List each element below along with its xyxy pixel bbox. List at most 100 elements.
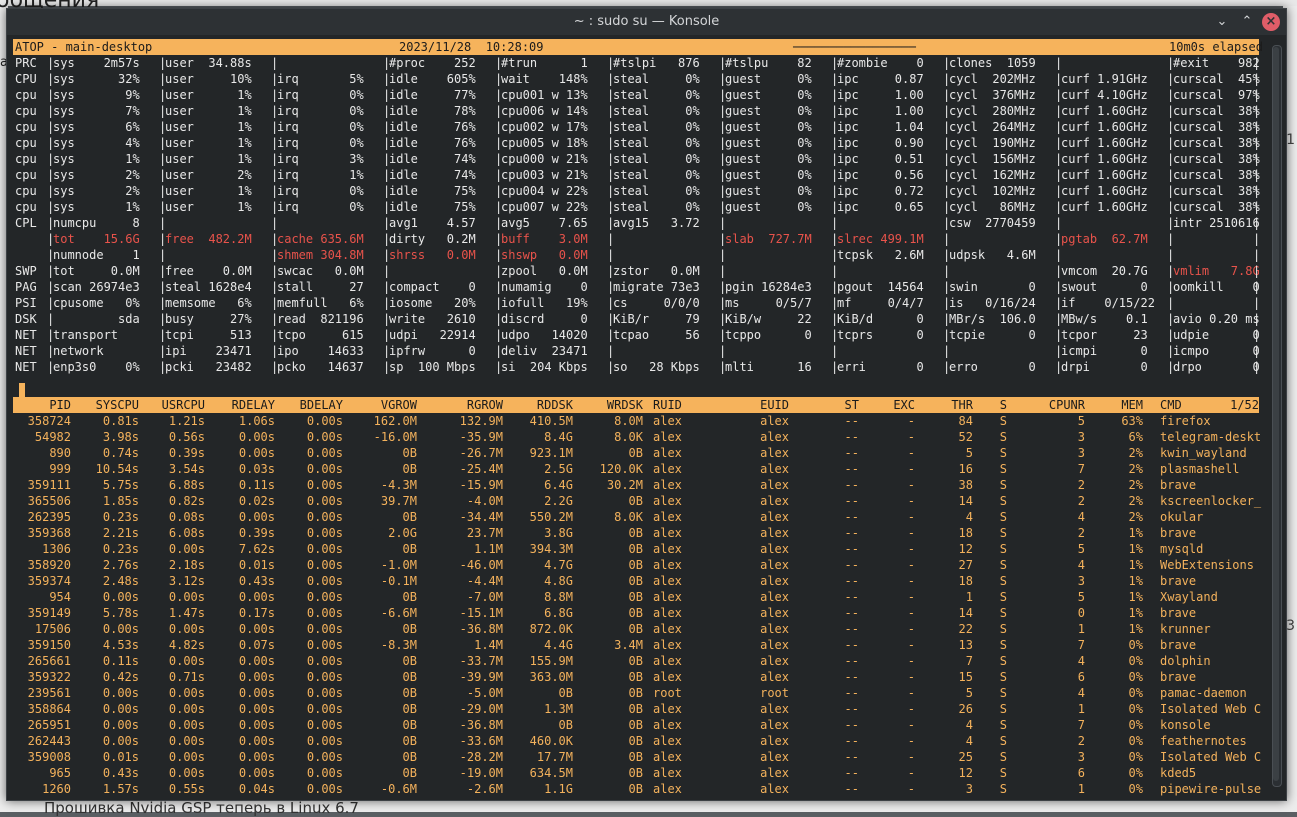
- cell-s: S: [999, 414, 1007, 428]
- cell-ruid: alex: [653, 430, 682, 444]
- column-header-cpunr: CPUNR: [1048, 398, 1085, 412]
- sys-field: #zombie 0: [837, 56, 931, 70]
- sys-field: mf 0/4/7: [837, 296, 931, 310]
- sys-field: ipc 0.90: [837, 136, 931, 150]
- cell-rgrow: -39.9M: [459, 670, 503, 684]
- cell-rgrow: -4.4M: [466, 574, 503, 588]
- cell-rgrow: -25.4M: [459, 462, 503, 476]
- cell-syscpu: 0.11s: [102, 654, 139, 668]
- field-separator: |: [1253, 232, 1261, 246]
- column-header-st: ST: [844, 398, 859, 412]
- scrollbar-thumb[interactable]: [1273, 47, 1279, 781]
- cell-rddsk: 6.4G: [544, 478, 573, 492]
- sys-field: steal 0%: [613, 184, 707, 198]
- sys-field: cpu005 w 18%: [501, 136, 595, 150]
- column-header-rddsk: RDDSK: [536, 398, 573, 412]
- cell-cmd: brave: [1160, 574, 1197, 588]
- cell-rdelay: 0.00s: [238, 734, 275, 748]
- cell-cpunr: 2: [1077, 526, 1085, 540]
- cell-wrdsk: 0B: [628, 622, 643, 636]
- cell-bdelay: 0.00s: [306, 494, 343, 508]
- cell-bdelay: 0.00s: [306, 526, 343, 540]
- sys-field: ipc 1.04: [837, 120, 931, 134]
- sys-field: steal 0%: [613, 120, 707, 134]
- column-header-rgrow: RGROW: [466, 398, 503, 412]
- column-header-thr: THR: [951, 398, 973, 412]
- cell-cpunr: 5: [1077, 590, 1085, 604]
- cell-pid: 999: [49, 462, 71, 476]
- close-icon[interactable]: ×: [1262, 13, 1280, 31]
- header-datetime: 2023/11/28 10:28:09: [399, 40, 544, 54]
- cell-rdelay: 0.02s: [238, 494, 275, 508]
- cell-vgrow: 162.0M: [373, 414, 417, 428]
- sys-field: user 1%: [165, 136, 259, 150]
- cell-st: --: [844, 702, 859, 716]
- cell-s: S: [999, 686, 1007, 700]
- sys-field: [1173, 231, 1263, 247]
- minimize-chevron-down-icon[interactable]: ⌄: [1213, 13, 1231, 31]
- sys-field: irq 0%: [277, 120, 371, 134]
- cell-euid: alex: [760, 574, 789, 588]
- cell-wrdsk: 3.4M: [614, 638, 643, 652]
- cell-mem: 2%: [1128, 446, 1143, 460]
- cell-cmd: dolphin: [1160, 654, 1211, 668]
- sys-field: pgout 14564: [837, 280, 931, 294]
- cell-syscpu: 0.00s: [102, 718, 139, 732]
- cell-rddsk: 17.7M: [536, 750, 573, 764]
- cell-euid: alex: [760, 782, 789, 796]
- cell-st: --: [844, 590, 859, 604]
- sys-field: migrate 73e3: [613, 280, 707, 294]
- cell-st: --: [844, 430, 859, 444]
- column-header-bdelay: BDELAY: [299, 398, 343, 412]
- cell-mem: 1%: [1128, 574, 1143, 588]
- cell-s: S: [999, 590, 1007, 604]
- cell-rgrow: -46.0M: [459, 558, 503, 572]
- cell-mem: 2%: [1128, 494, 1143, 508]
- sys-field: cache 635.6M: [277, 232, 371, 246]
- cell-vgrow: -0.6M: [380, 782, 417, 796]
- sys-field: enp3s0 0%: [53, 360, 147, 374]
- cell-exc: -: [907, 510, 915, 524]
- maximize-chevron-up-icon[interactable]: ⌃: [1238, 13, 1256, 31]
- cell-pid: 17506: [34, 622, 71, 636]
- sys-field: tcpsk 2.6M: [837, 248, 931, 262]
- cell-thr: 1: [965, 590, 973, 604]
- sys-field: #proc 252: [389, 56, 483, 70]
- sys-field: iofull 19%: [501, 296, 595, 310]
- sys-field: erro 0: [949, 360, 1043, 374]
- cell-bdelay: 0.00s: [306, 590, 343, 604]
- window-titlebar[interactable]: ~ : sudo su — Konsole ⌄ ⌃ ×: [7, 9, 1286, 35]
- terminal-area[interactable]: ATOP - main-desktop 2023/11/28 10:28:09 …: [13, 39, 1263, 799]
- sys-field: oomkill 0: [1173, 280, 1263, 294]
- cell-st: --: [844, 606, 859, 620]
- sys-field: deliv 23471: [501, 344, 595, 358]
- cell-exc: -: [907, 766, 915, 780]
- window-title: ~ : sudo su — Konsole: [573, 14, 720, 29]
- sys-line-label: cpu: [15, 168, 37, 182]
- cell-st: --: [844, 478, 859, 492]
- sys-field: ipc 0.51: [837, 152, 931, 166]
- sys-field: is 0/16/24: [949, 296, 1043, 310]
- sys-field: idle 76%: [389, 136, 483, 150]
- cell-wrdsk: 0B: [628, 446, 643, 460]
- cell-rdelay: 1.06s: [238, 414, 275, 428]
- field-separator: |: [1253, 120, 1261, 134]
- cell-bdelay: 0.00s: [306, 558, 343, 572]
- sys-field: shswp 0.0M: [501, 248, 595, 262]
- sys-field: #tslpi 876: [613, 56, 707, 70]
- cell-rdelay: 0.17s: [238, 606, 275, 620]
- cell-s: S: [999, 638, 1007, 652]
- sys-field: user 1%: [165, 88, 259, 102]
- cell-euid: alex: [760, 558, 789, 572]
- cell-rgrow: 132.9M: [459, 414, 503, 428]
- cell-euid: alex: [760, 670, 789, 684]
- process-column-header: PID SYSCPU USRCPU RDELAY BDELAY VGROW RGROW RDD…: [13, 397, 1259, 413]
- sys-line-label: cpu: [15, 200, 37, 214]
- field-separator: |: [1253, 216, 1261, 230]
- cell-usrcpu: 0.39s: [168, 446, 205, 460]
- cell-wrdsk: 0B: [628, 766, 643, 780]
- cell-wrdsk: 0B: [628, 750, 643, 764]
- cell-mem: 0%: [1128, 638, 1143, 652]
- cell-exc: -: [907, 574, 915, 588]
- sys-field: clones 1059: [949, 56, 1043, 70]
